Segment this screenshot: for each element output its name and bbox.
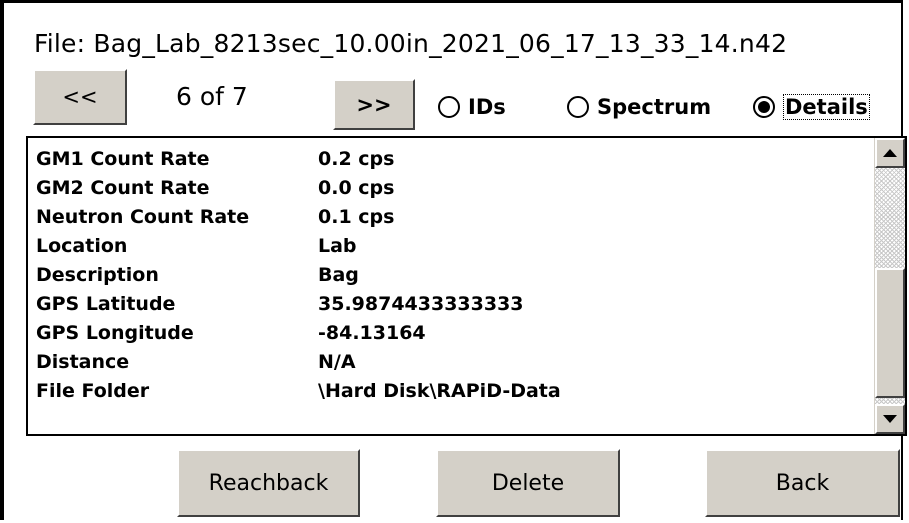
previous-label: << — [62, 85, 98, 109]
detail-key: GM1 Count Rate — [36, 147, 210, 170]
delete-button[interactable]: Delete — [436, 449, 620, 517]
detail-key: Distance — [36, 350, 130, 373]
details-list[interactable]: GM1 Count Rate 0.2 cps GM2 Count Rate 0.0 c… — [26, 136, 907, 436]
radio-ids[interactable]: IDs — [438, 94, 506, 120]
detail-value: N/A — [318, 350, 356, 373]
detail-value: 0.2 cps — [318, 147, 395, 170]
scroll-down-button[interactable] — [875, 404, 905, 434]
detail-key: File Folder — [36, 379, 150, 402]
detail-row: GM2 Count Rate 0.0 cps — [36, 173, 561, 202]
next-record-button[interactable]: >> — [333, 79, 415, 130]
radio-selected-icon — [753, 96, 775, 118]
detail-value: Lab — [318, 234, 357, 257]
detail-value: 35.9874433333333 — [318, 292, 524, 315]
reachback-button[interactable]: Reachback — [177, 449, 360, 517]
file-name-label: File: Bag_Lab_8213sec_10.00in_2021_06_17… — [34, 29, 788, 58]
details-rows: GM1 Count Rate 0.2 cps GM2 Count Rate 0.0 c… — [36, 144, 561, 405]
scroll-up-arrow-icon — [883, 149, 897, 157]
detail-row: File Folder \Hard Disk\RAPiD-Data — [36, 376, 561, 405]
detail-key: GM2 Count Rate — [36, 176, 210, 199]
scroll-up-button[interactable] — [875, 138, 905, 168]
detail-value: -84.13164 — [318, 321, 426, 344]
detail-row: Location Lab — [36, 231, 561, 260]
detail-key: GPS Latitude — [36, 292, 176, 315]
radio-spectrum[interactable]: Spectrum — [567, 94, 711, 120]
detail-row: GPS Longitude -84.13164 — [36, 318, 561, 347]
detail-row: Neutron Count Rate 0.1 cps — [36, 202, 561, 231]
detail-key: Location — [36, 234, 128, 257]
radio-circle-icon — [567, 96, 589, 118]
app-window: File: Bag_Lab_8213sec_10.00in_2021_06_17… — [0, 0, 907, 520]
radio-ids-label: IDs — [468, 95, 506, 119]
detail-key: Description — [36, 263, 159, 286]
detail-row: GM1 Count Rate 0.2 cps — [36, 144, 561, 173]
previous-record-button[interactable]: << — [33, 69, 127, 125]
next-label: >> — [356, 92, 392, 117]
radio-details-label: Details — [783, 94, 870, 120]
back-button[interactable]: Back — [705, 449, 900, 517]
back-label: Back — [775, 470, 830, 496]
record-counter: 6 of 7 — [176, 82, 248, 111]
vertical-scrollbar[interactable] — [874, 138, 905, 434]
scroll-down-arrow-icon — [883, 415, 897, 423]
detail-key: GPS Longitude — [36, 321, 194, 344]
detail-key: Neutron Count Rate — [36, 205, 250, 228]
detail-row: Distance N/A — [36, 347, 561, 376]
delete-label: Delete — [491, 470, 565, 496]
detail-value: \Hard Disk\RAPiD-Data — [318, 379, 561, 402]
radio-spectrum-label: Spectrum — [597, 95, 712, 119]
detail-value: 0.1 cps — [318, 205, 395, 228]
detail-row: GPS Latitude 35.9874433333333 — [36, 289, 561, 318]
detail-value: 0.0 cps — [318, 176, 395, 199]
detail-value: Bag — [318, 263, 359, 286]
radio-circle-icon — [438, 96, 460, 118]
scroll-thumb[interactable] — [875, 268, 905, 398]
reachback-label: Reachback — [208, 470, 329, 496]
radio-details[interactable]: Details — [753, 94, 870, 120]
detail-row: Description Bag — [36, 260, 561, 289]
